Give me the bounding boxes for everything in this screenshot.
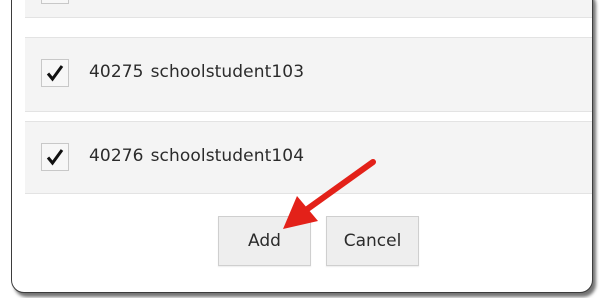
student-id: 40275 [89,62,144,82]
student-selection-dialog: 40275 schoolstudent103 40276 schoolstudent… [11,0,593,293]
check-icon [46,65,64,82]
list-item[interactable]: 40275 schoolstudent103 [25,37,592,112]
row-checkbox[interactable] [41,59,69,87]
student-username: schoolstudent103 [150,62,305,82]
row-checkbox[interactable] [41,0,69,4]
list-item[interactable] [25,0,592,18]
student-entry: 40276 schoolstudent104 [89,146,304,166]
check-icon [46,149,64,166]
list-item[interactable]: 40276 schoolstudent104 [25,121,592,194]
student-username: schoolstudent104 [150,146,305,166]
cancel-button[interactable]: Cancel [326,216,419,266]
screenshot-stage: 40275 schoolstudent103 40276 schoolstudent… [0,0,600,298]
student-id: 40276 [89,146,144,166]
student-entry: 40275 schoolstudent103 [89,62,304,82]
row-checkbox[interactable] [41,143,69,171]
add-button[interactable]: Add [218,216,311,266]
